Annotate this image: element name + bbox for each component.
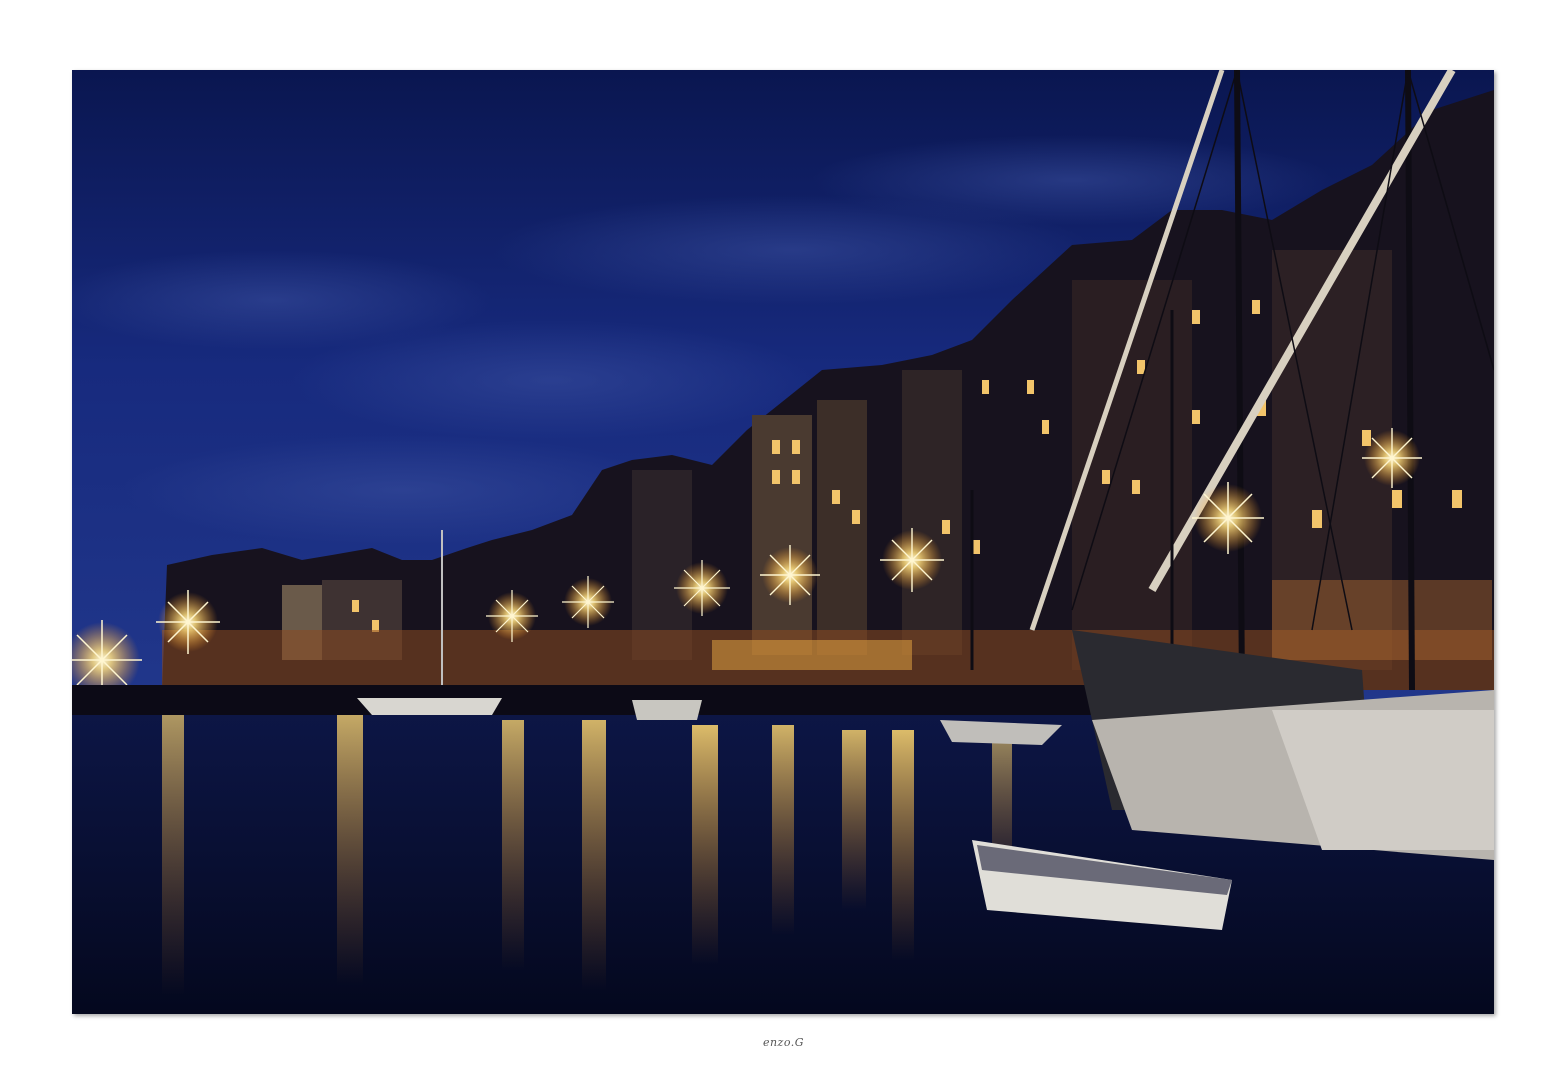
harbor-night-photo xyxy=(72,70,1494,1014)
quay-wall xyxy=(72,685,1172,715)
photographer-signature: enzo.G xyxy=(762,1036,805,1049)
photo-frame xyxy=(72,70,1494,1014)
